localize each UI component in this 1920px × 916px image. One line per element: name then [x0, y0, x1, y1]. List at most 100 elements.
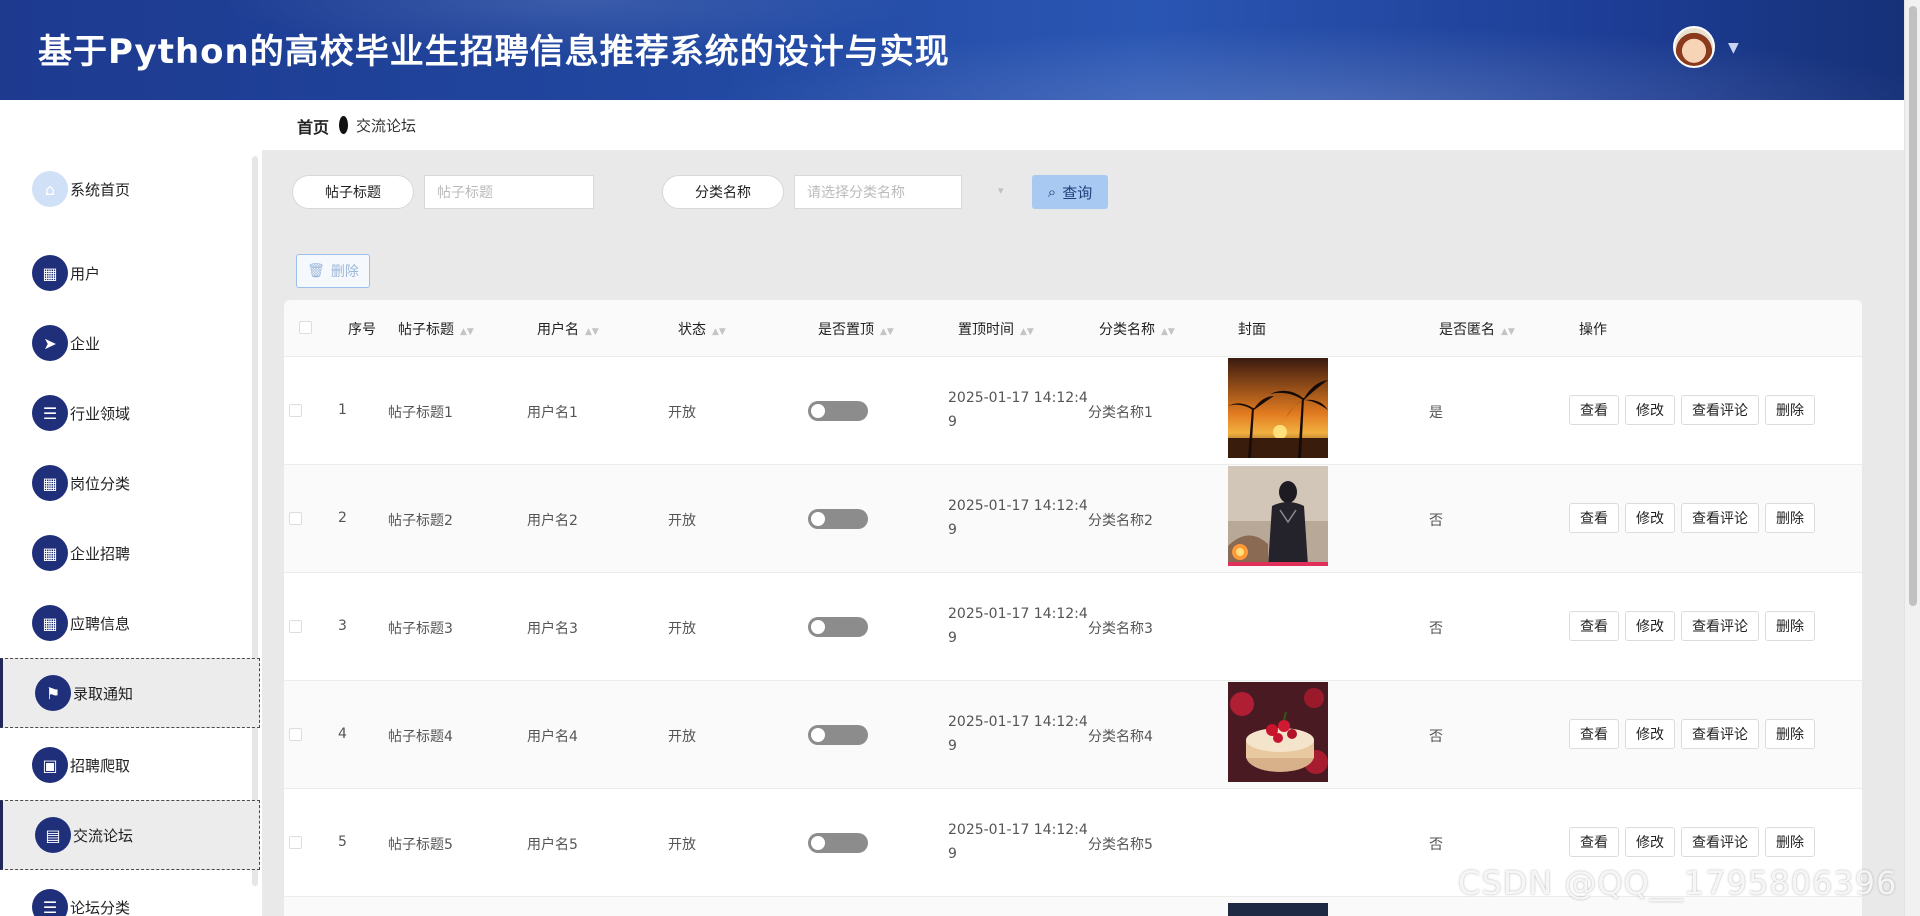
sidebar-item-offers[interactable]: ⚑ 录取通知 [0, 658, 260, 728]
column-header-category[interactable]: 分类名称 ▲▼ [1099, 319, 1175, 339]
batch-delete-label: 删除 [330, 264, 359, 280]
sidebar-item-label: 招聘爬取 [70, 756, 131, 775]
view-comments-button[interactable]: 查看评论 [1681, 611, 1759, 641]
sidebar-item-label: 企业 [70, 334, 101, 353]
delete-button[interactable]: 删除 [1765, 503, 1815, 533]
row-pin-time-wrap: 9 [948, 522, 957, 538]
edit-button[interactable]: 修改 [1625, 827, 1675, 857]
sidebar-item-industry[interactable]: ☰ 行业领域 [0, 378, 260, 448]
cover-image[interactable] [1228, 358, 1328, 458]
title-search-input[interactable]: 帖子标题 [424, 175, 594, 209]
edit-button[interactable]: 修改 [1625, 395, 1675, 425]
pinned-toggle[interactable] [808, 725, 868, 745]
pinned-toggle[interactable] [808, 617, 868, 637]
edit-button[interactable]: 修改 [1625, 503, 1675, 533]
view-button[interactable]: 查看 [1569, 827, 1619, 857]
view-comments-button[interactable]: 查看评论 [1681, 395, 1759, 425]
breadcrumb-current: 交流论坛 [356, 117, 417, 135]
column-header: 序号 [348, 322, 376, 338]
sidebar-item-crawler[interactable]: ▣ 招聘爬取 [0, 730, 260, 800]
sidebar-item-applications[interactable]: ▦ 应聘信息 [0, 588, 260, 658]
page-scrollbar[interactable] [1904, 0, 1920, 916]
pinned-toggle[interactable] [808, 401, 868, 421]
row-checkbox[interactable] [289, 404, 302, 417]
column-header-actions: 操作 [1579, 322, 1607, 338]
edit-button[interactable]: 修改 [1625, 611, 1675, 641]
table-row: 3 帖子标题3 用户名3 开放 2025-01-17 14:12:4 9 分类名… [284, 572, 1862, 680]
query-button[interactable]: ⌕ 查询 [1032, 175, 1108, 209]
row-status: 开放 [668, 729, 696, 745]
view-button[interactable]: 查看 [1569, 395, 1619, 425]
row-category: 分类名称3 [1088, 621, 1153, 637]
row-checkbox[interactable] [289, 512, 302, 525]
row-pin-time: 2025-01-17 14:12:4 [948, 390, 1088, 406]
view-comments-button[interactable]: 查看评论 [1681, 719, 1759, 749]
breadcrumb-home[interactable]: 首页 [297, 114, 329, 138]
row-checkbox[interactable] [289, 728, 302, 741]
row-status: 开放 [668, 621, 696, 637]
user-avatar[interactable] [1673, 26, 1715, 68]
row-anonymous: 是 [1429, 405, 1443, 421]
delete-button[interactable]: 删除 [1765, 719, 1815, 749]
view-button[interactable]: 查看 [1569, 719, 1619, 749]
delete-button[interactable]: 删除 [1765, 395, 1815, 425]
sort-icon[interactable]: ▲▼ [1161, 327, 1175, 337]
sidebar-item-home[interactable]: ⌂ 系统首页 [0, 154, 260, 224]
sidebar-item-recruitment[interactable]: ▦ 企业招聘 [0, 518, 260, 588]
sidebar-item-users[interactable]: ▦ 用户 [0, 238, 260, 308]
cover-image[interactable] [1228, 903, 1328, 916]
column-label: 分类名称 [1099, 322, 1155, 338]
row-checkbox[interactable] [289, 620, 302, 633]
column-header-pin-time[interactable]: 置顶时间 ▲▼ [958, 319, 1034, 339]
column-header-title[interactable]: 帖子标题 ▲▼ [398, 319, 474, 339]
batch-delete-button[interactable]: 🗑 删除 [296, 254, 370, 288]
sidebar-item-forum[interactable]: ▤ 交流论坛 [0, 800, 260, 870]
select-all-checkbox[interactable] [299, 321, 312, 334]
sidebar-item-job-category[interactable]: ▦ 岗位分类 [0, 448, 260, 518]
view-comments-button[interactable]: 查看评论 [1681, 503, 1759, 533]
row-pin-time: 2025-01-17 14:12:4 [948, 714, 1088, 730]
sort-icon[interactable]: ▲▼ [460, 327, 474, 337]
pinned-toggle[interactable] [808, 509, 868, 529]
delete-button[interactable]: 删除 [1765, 827, 1815, 857]
column-header-status[interactable]: 状态 ▲▼ [678, 319, 726, 339]
sort-icon[interactable]: ▲▼ [1501, 327, 1515, 337]
scrollbar-thumb[interactable] [1909, 6, 1917, 606]
sort-icon[interactable]: ▲▼ [585, 327, 599, 337]
edit-button[interactable]: 修改 [1625, 719, 1675, 749]
row-pin-time-wrap: 9 [948, 846, 957, 862]
sort-icon[interactable]: ▲▼ [880, 327, 894, 337]
clipboard-icon: ▤ [35, 817, 71, 853]
caret-down-icon[interactable]: ▼ [1728, 40, 1739, 56]
pinned-toggle[interactable] [808, 833, 868, 853]
view-comments-button[interactable]: 查看评论 [1681, 827, 1759, 857]
category-select[interactable]: 请选择分类名称 [794, 175, 962, 209]
sort-icon[interactable]: ▲▼ [1020, 327, 1034, 337]
list-icon: ☰ [32, 395, 68, 431]
grid-icon: ▦ [32, 465, 68, 501]
table-header: 序号 帖子标题 ▲▼ 用户名 ▲▼ 状态 ▲▼ 是否置顶 ▲▼ 置顶时间 ▲▼ 分类名称 ▲… [284, 300, 1862, 356]
row-checkbox[interactable] [289, 836, 302, 849]
column-header-cover: 封面 [1238, 322, 1266, 338]
view-button[interactable]: 查看 [1569, 611, 1619, 641]
sidebar-item-company[interactable]: ➤ 企业 [0, 308, 260, 378]
sidebar-item-label: 录取通知 [73, 684, 134, 703]
column-header-user[interactable]: 用户名 ▲▼ [537, 319, 599, 339]
app-header: 基于Python的高校毕业生招聘信息推荐系统的设计与实现 ▼ [0, 0, 1904, 100]
column-header-anonymous[interactable]: 是否匿名 ▲▼ [1439, 319, 1515, 339]
delete-button[interactable]: 删除 [1765, 611, 1815, 641]
column-header-pinned[interactable]: 是否置顶 ▲▼ [818, 319, 894, 339]
chevron-down-icon[interactable]: ▾ [998, 184, 1004, 197]
row-index: 5 [338, 834, 347, 850]
send-icon: ➤ [32, 325, 68, 361]
sort-icon[interactable]: ▲▼ [712, 327, 726, 337]
row-title: 帖子标题5 [388, 837, 453, 853]
forum-table: 序号 帖子标题 ▲▼ 用户名 ▲▼ 状态 ▲▼ 是否置顶 ▲▼ 置顶时间 ▲▼ 分类名称 ▲… [284, 300, 1862, 916]
cover-image[interactable] [1228, 466, 1328, 566]
sidebar-item-label: 应聘信息 [70, 614, 131, 633]
sidebar-item-forum-category[interactable]: ☰ 论坛分类 [0, 872, 260, 916]
row-title: 帖子标题4 [388, 729, 453, 745]
row-index: 3 [338, 618, 347, 634]
view-button[interactable]: 查看 [1569, 503, 1619, 533]
cover-image[interactable] [1228, 682, 1328, 782]
